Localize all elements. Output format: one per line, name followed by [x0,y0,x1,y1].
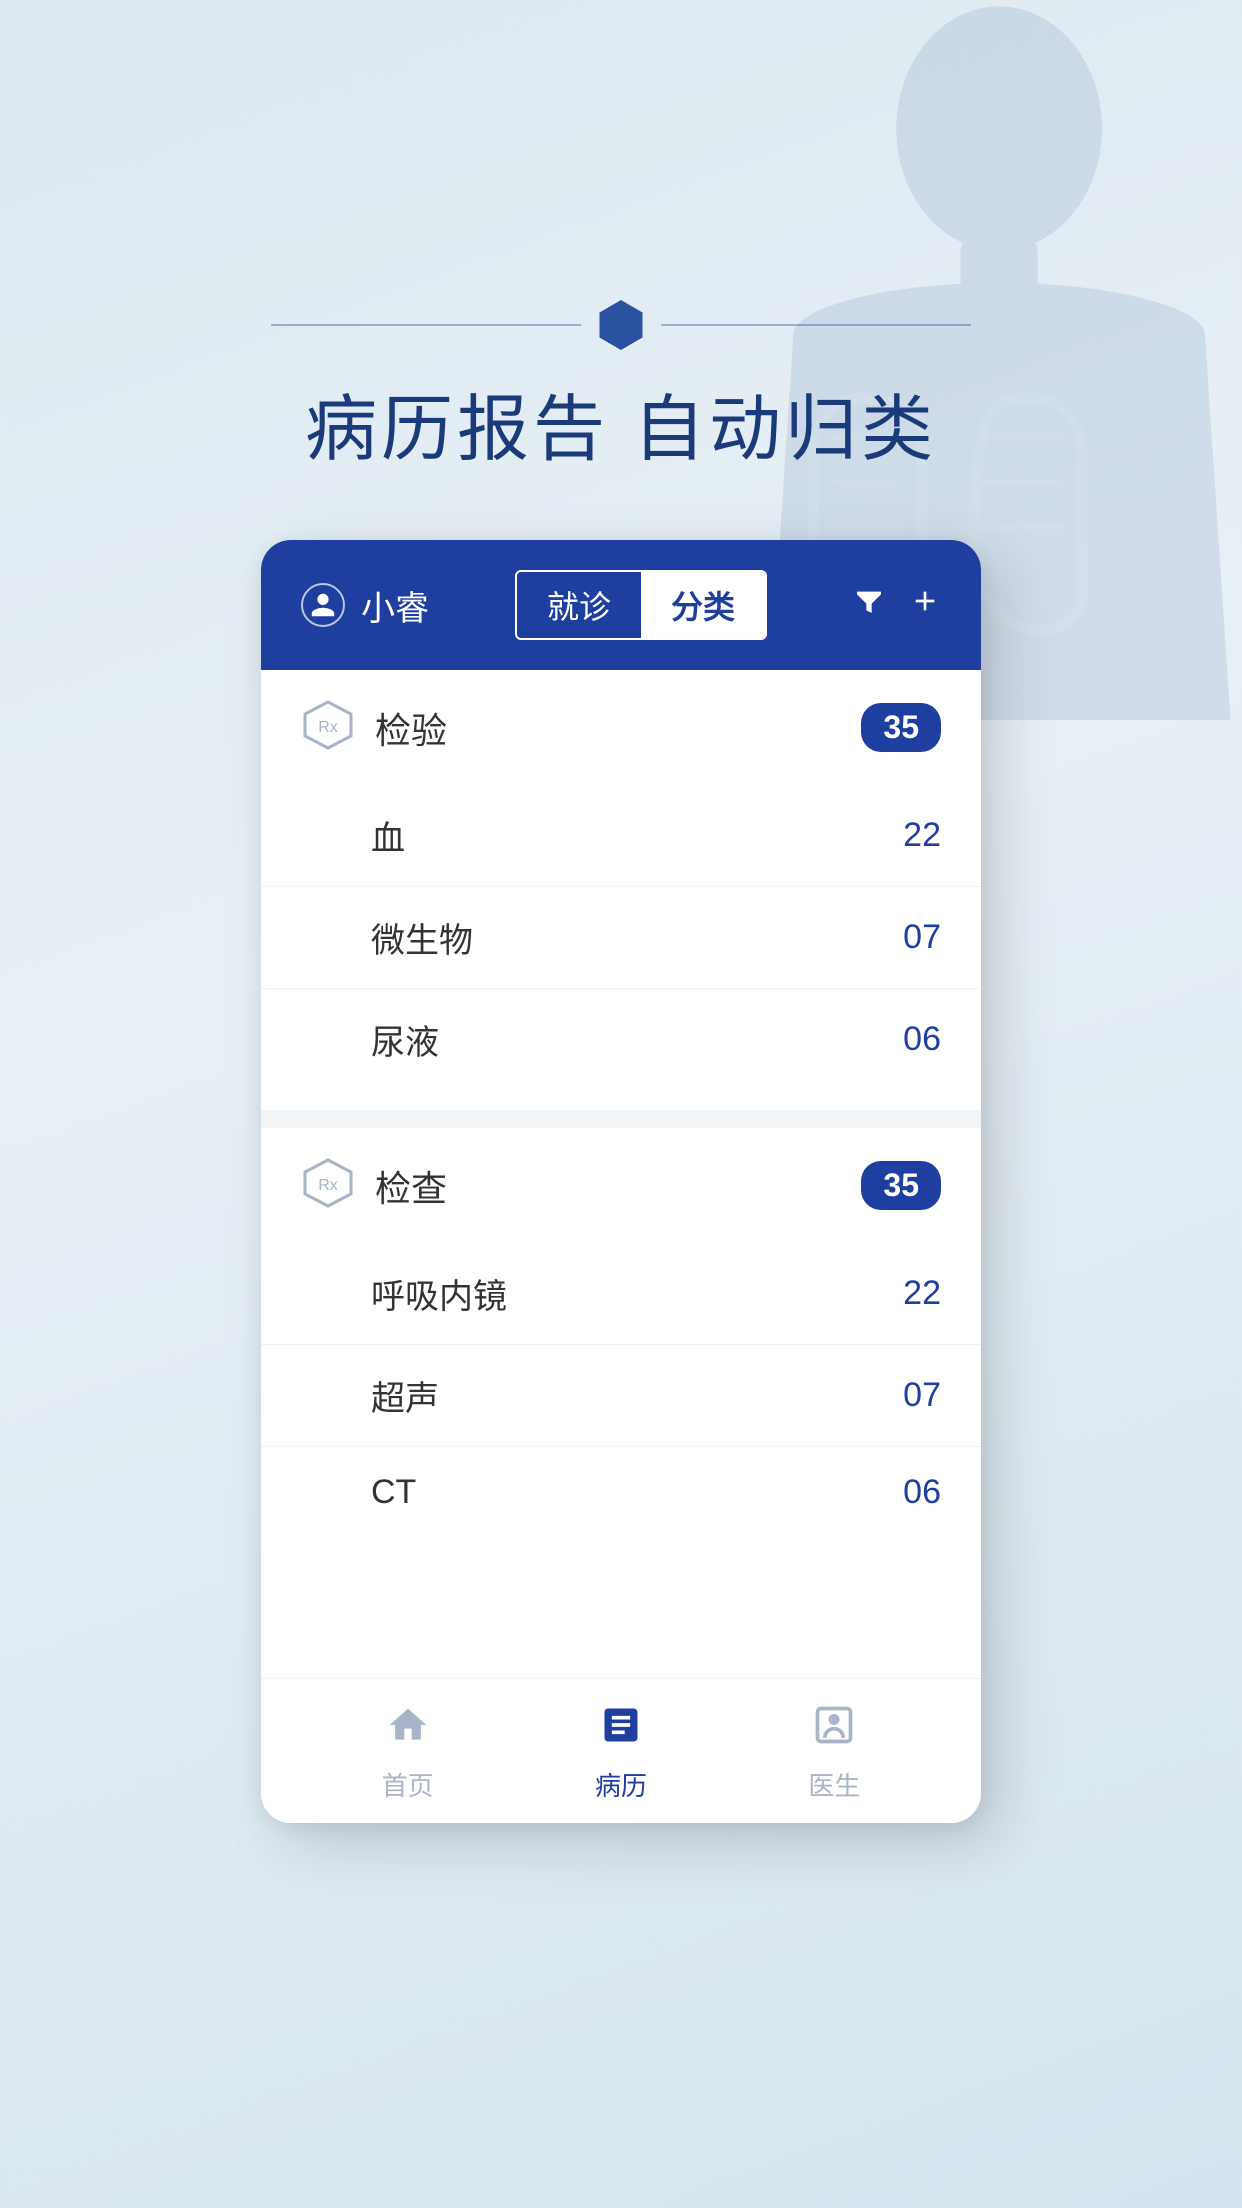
deco-line-right [661,324,971,326]
category-jiyan-subitems: 血 22 微生物 07 尿液 06 [261,785,981,1110]
nav-label-records: 病历 [595,1766,647,1803]
section-divider [261,1110,981,1128]
nav-item-home[interactable]: 首页 [382,1703,434,1803]
user-info: 小睿 [301,581,429,630]
sub-item-count: 22 [903,816,941,855]
deco-hexagon [596,300,646,350]
nav-label-doctor: 医生 [808,1766,860,1803]
phone-card: 小睿 就诊 分类 [261,540,981,1823]
nav-label-home: 首页 [382,1766,434,1803]
list-item[interactable]: 超声 07 [261,1345,981,1447]
category-jiyan-icon: Rx [301,698,355,757]
sub-item-name: 超声 [371,1371,439,1420]
category-jicha-subitems: 呼吸内镜 22 超声 07 CT 06 [261,1243,981,1558]
card-header: 小睿 就诊 分类 [261,540,981,670]
deco-line-left [271,324,581,326]
home-icon [386,1703,430,1758]
empty-area [261,1558,981,1678]
header-actions [853,584,941,626]
category-jicha: Rx 检查 35 呼吸内镜 22 超声 07 CT 06 [261,1128,981,1558]
sub-item-count: 06 [903,1020,941,1059]
tab-category[interactable]: 分类 [641,572,765,638]
user-avatar-icon [301,583,345,627]
card-body: Rx 检验 35 血 22 微生物 07 尿液 06 [261,670,981,1823]
list-item[interactable]: CT 06 [261,1447,981,1538]
page-title: 病历报告 自动归类 [305,370,937,475]
category-jiyan: Rx 检验 35 血 22 微生物 07 尿液 06 [261,670,981,1110]
svg-text:Rx: Rx [318,719,338,736]
category-jicha-left: Rx 检查 [301,1156,447,1215]
category-jiyan-left: Rx 检验 [301,698,447,757]
list-item[interactable]: 微生物 07 [261,887,981,989]
tab-group: 就诊 分类 [515,570,767,640]
category-jiyan-header[interactable]: Rx 检验 35 [261,670,981,785]
category-jiyan-name: 检验 [375,702,447,754]
records-icon [599,1703,643,1758]
sub-item-name: 血 [371,811,405,860]
category-jicha-icon: Rx [301,1156,355,1215]
list-item[interactable]: 血 22 [261,785,981,887]
tab-visit[interactable]: 就诊 [517,572,641,638]
bottom-nav: 首页 病历 医生 [261,1678,981,1823]
sub-item-name: 微生物 [371,913,473,962]
add-icon[interactable] [909,584,941,626]
nav-item-records[interactable]: 病历 [595,1703,647,1803]
sub-item-count: 07 [903,918,941,957]
nav-item-doctor[interactable]: 医生 [808,1703,860,1803]
sub-item-name: CT [371,1473,416,1512]
sub-item-count: 22 [903,1274,941,1313]
category-jiyan-count: 35 [861,703,941,752]
doctor-icon [812,1703,856,1758]
sub-item-count: 07 [903,1376,941,1415]
list-item[interactable]: 呼吸内镜 22 [261,1243,981,1345]
category-jicha-header[interactable]: Rx 检查 35 [261,1128,981,1243]
category-jicha-name: 检查 [375,1160,447,1212]
svg-text:Rx: Rx [318,1177,338,1194]
filter-icon[interactable] [853,584,885,626]
sub-item-name: 呼吸内镜 [371,1269,507,1318]
list-item[interactable]: 尿液 06 [261,989,981,1090]
category-jicha-count: 35 [861,1161,941,1210]
sub-item-count: 06 [903,1473,941,1512]
sub-item-name: 尿液 [371,1015,439,1064]
username: 小睿 [361,581,429,630]
header-decoration [271,300,971,350]
